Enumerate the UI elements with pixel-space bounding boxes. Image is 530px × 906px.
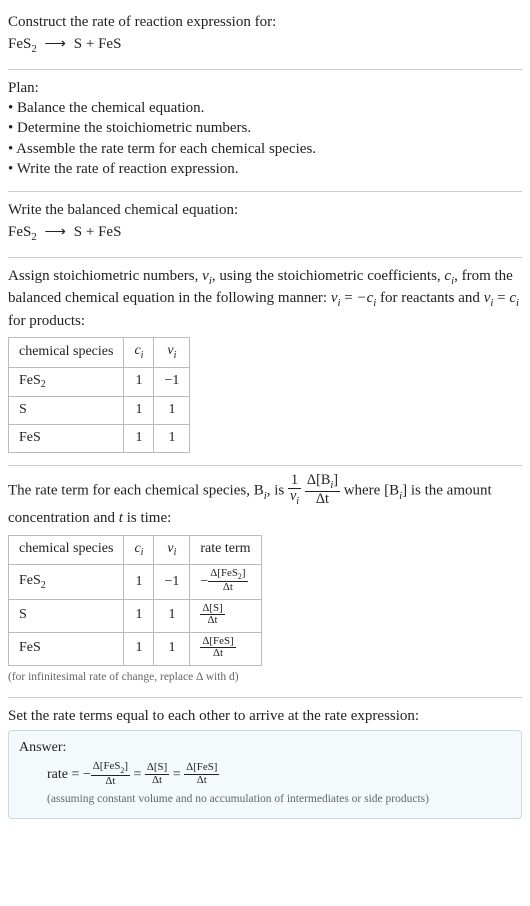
cell-rateterm: − Δ[FeS2] Δt (190, 565, 261, 600)
product-s: S (74, 224, 82, 240)
table-row: FeS2 1 −1 (9, 367, 190, 396)
prompt-section: Construct the rate of reaction expressio… (8, 6, 522, 67)
table-header-row: chemical species ci νi rate term (9, 535, 262, 564)
reaction-arrow-icon: ⟶ (41, 224, 71, 240)
cell-ci: 1 (124, 367, 154, 396)
table-row: S 1 1 Δ[S] Δt (9, 599, 262, 632)
cell-ci: 1 (124, 397, 154, 425)
plan-heading: Plan: (8, 78, 522, 98)
stoich-intro: Assign stoichiometric numbers, νi, using… (8, 266, 522, 331)
cell-nui: 1 (154, 424, 190, 452)
cell-species: FeS (9, 424, 124, 452)
fraction-one-over-nu: 1 νi (288, 473, 301, 508)
final-section: Set the rate terms equal to each other t… (8, 700, 522, 829)
cell-nui: 1 (154, 397, 190, 425)
stoich-section: Assign stoichiometric numbers, νi, using… (8, 260, 522, 463)
rate-expression: rate = − Δ[FeS2] Δt = Δ[S] Δt = Δ[FeS] Δ… (19, 762, 511, 788)
balance-heading: Write the balanced chemical equation: (8, 200, 522, 220)
product-fes: FeS (98, 36, 121, 52)
fraction-dbi-dt: Δ[Bi] Δt (305, 473, 340, 508)
plan-item: • Write the rate of reaction expression. (8, 159, 522, 179)
table-row: S 1 1 (9, 397, 190, 425)
cell-species: FeS2 (9, 565, 124, 600)
col-rate: rate term (190, 535, 261, 564)
stoich-table: chemical species ci νi FeS2 1 −1 S 1 1 F… (8, 337, 190, 453)
col-species: chemical species (9, 535, 124, 564)
table-row: FeS2 1 −1 − Δ[FeS2] Δt (9, 565, 262, 600)
rateterm-footnote: (for infinitesimal rate of change, repla… (8, 670, 522, 686)
rate-fraction: Δ[S] Δt (200, 603, 224, 627)
cell-species: S (9, 599, 124, 632)
col-ci: ci (124, 535, 154, 564)
cell-nui: −1 (154, 565, 190, 600)
table-row: FeS 1 1 Δ[FeS] Δt (9, 632, 262, 665)
product-s: S (74, 36, 82, 52)
cell-rateterm: Δ[S] Δt (190, 599, 261, 632)
rate-fraction: Δ[FeS] Δt (184, 762, 219, 786)
plan-item: • Determine the stoichiometric numbers. (8, 118, 522, 138)
cell-nui: 1 (154, 632, 190, 665)
rateterm-section: The rate term for each chemical species,… (8, 468, 522, 695)
final-heading: Set the rate terms equal to each other t… (8, 706, 522, 726)
table-header-row: chemical species ci νi (9, 338, 190, 367)
balance-section: Write the balanced chemical equation: Fe… (8, 194, 522, 255)
cell-nui: 1 (154, 599, 190, 632)
prompt-equation: FeS2 ⟶ S + FeS (8, 34, 522, 57)
plan-item: • Balance the chemical equation. (8, 98, 522, 118)
col-ci: ci (124, 338, 154, 367)
rateterm-table: chemical species ci νi rate term FeS2 1 … (8, 535, 262, 666)
plus-sign: + (86, 224, 94, 240)
plan-item: • Assemble the rate term for each chemic… (8, 139, 522, 159)
cell-species: FeS2 (9, 367, 124, 396)
cell-rateterm: Δ[FeS] Δt (190, 632, 261, 665)
cell-ci: 1 (124, 632, 154, 665)
rate-fraction: Δ[S] Δt (145, 762, 169, 786)
product-fes: FeS (98, 224, 121, 240)
col-nui: νi (154, 338, 190, 367)
reaction-arrow-icon: ⟶ (41, 36, 71, 52)
reactant-fes2: FeS2 (8, 36, 37, 52)
col-nui: νi (154, 535, 190, 564)
plan-section: Plan: • Balance the chemical equation. •… (8, 72, 522, 189)
rate-fraction: Δ[FeS2] Δt (91, 761, 130, 787)
rateterm-intro: The rate term for each chemical species,… (8, 474, 522, 529)
table-row: FeS 1 1 (9, 424, 190, 452)
answer-box: Answer: rate = − Δ[FeS2] Δt = Δ[S] Δt = … (8, 730, 522, 818)
rate-fraction: Δ[FeS2] Δt (208, 568, 247, 594)
balanced-equation: FeS2 ⟶ S + FeS (8, 222, 522, 245)
cell-species: S (9, 397, 124, 425)
col-species: chemical species (9, 338, 124, 367)
cell-ci: 1 (124, 565, 154, 600)
plan-list: • Balance the chemical equation. • Deter… (8, 98, 522, 179)
answer-assumption: (assuming constant volume and no accumul… (19, 792, 511, 808)
divider (8, 697, 522, 698)
cell-ci: 1 (124, 424, 154, 452)
divider (8, 465, 522, 466)
rate-fraction: Δ[FeS] Δt (200, 636, 235, 660)
plus-sign: + (86, 36, 94, 52)
cell-species: FeS (9, 632, 124, 665)
cell-ci: 1 (124, 599, 154, 632)
divider (8, 69, 522, 70)
answer-label: Answer: (19, 739, 511, 758)
prompt-line1: Construct the rate of reaction expressio… (8, 12, 522, 32)
divider (8, 191, 522, 192)
reactant-fes2: FeS2 (8, 224, 37, 240)
cell-nui: −1 (154, 367, 190, 396)
divider (8, 257, 522, 258)
